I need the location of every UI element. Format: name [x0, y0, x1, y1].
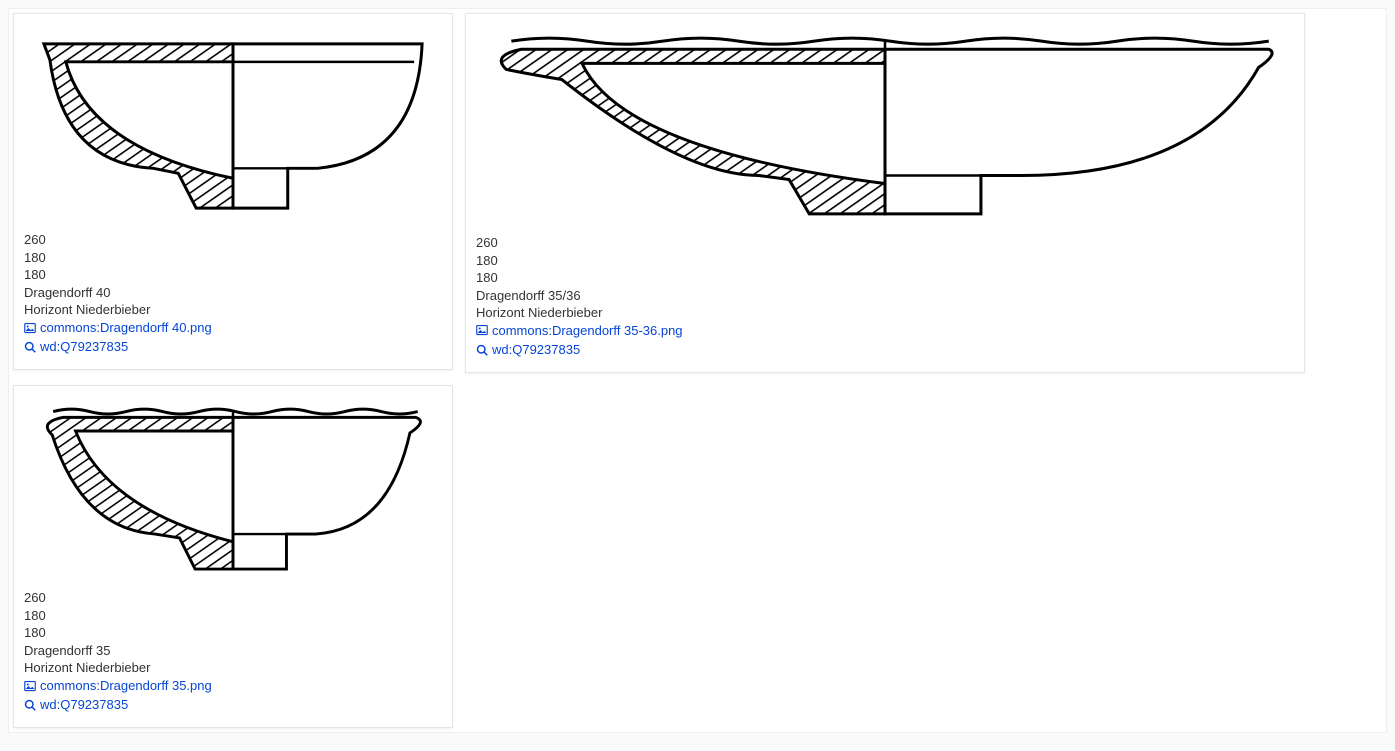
- item-illustration: [24, 24, 442, 223]
- item-value: 260: [476, 234, 1294, 252]
- item-value: 260: [24, 589, 442, 607]
- item-value: 180: [24, 249, 442, 267]
- item-title: Dragendorff 40: [24, 284, 442, 302]
- search-icon: [476, 344, 488, 356]
- commons-link[interactable]: commons:Dragendorff 40.png: [24, 319, 212, 337]
- wikidata-link[interactable]: wd:Q79237835: [24, 696, 128, 714]
- commons-link[interactable]: commons:Dragendorff 35.png: [24, 677, 212, 695]
- commons-link[interactable]: commons:Dragendorff 35-36.png: [476, 322, 683, 340]
- item-value: 180: [476, 269, 1294, 287]
- item-title: Dragendorff 35/36: [476, 287, 1294, 305]
- item-value: 180: [24, 266, 442, 284]
- search-icon: [24, 341, 36, 353]
- wikidata-link[interactable]: wd:Q79237835: [476, 341, 580, 359]
- item-metadata: 260180180Dragendorff 35/36Horizont Niede…: [476, 234, 1294, 360]
- wikidata-link[interactable]: wd:Q79237835: [24, 338, 128, 356]
- item-value: 180: [24, 624, 442, 642]
- result-card: 260180180Dragendorff 35/36Horizont Niede…: [465, 13, 1305, 373]
- result-card: 260180180Dragendorff 40Horizont Niederbi…: [13, 13, 453, 370]
- item-horizon: Horizont Niederbieber: [24, 659, 442, 677]
- commons-link-label: commons:Dragendorff 35.png: [40, 677, 212, 695]
- wikidata-link-label: wd:Q79237835: [492, 341, 580, 359]
- wikidata-link-label: wd:Q79237835: [40, 696, 128, 714]
- wikidata-link-label: wd:Q79237835: [40, 338, 128, 356]
- item-value: 180: [24, 607, 442, 625]
- item-value: 260: [24, 231, 442, 249]
- item-illustration: [476, 24, 1294, 226]
- commons-link-label: commons:Dragendorff 35-36.png: [492, 322, 683, 340]
- search-icon: [24, 699, 36, 711]
- item-title: Dragendorff 35: [24, 642, 442, 660]
- commons-link-label: commons:Dragendorff 40.png: [40, 319, 212, 337]
- image-icon: [476, 324, 488, 336]
- item-horizon: Horizont Niederbieber: [24, 301, 442, 319]
- item-horizon: Horizont Niederbieber: [476, 304, 1294, 322]
- item-metadata: 260180180Dragendorff 40Horizont Niederbi…: [24, 231, 442, 357]
- item-metadata: 260180180Dragendorff 35Horizont Niederbi…: [24, 589, 442, 715]
- image-icon: [24, 680, 36, 692]
- results-container: 260180180Dragendorff 40Horizont Niederbi…: [8, 8, 1387, 733]
- item-value: 180: [476, 252, 1294, 270]
- image-icon: [24, 322, 36, 334]
- result-card: 260180180Dragendorff 35Horizont Niederbi…: [13, 385, 453, 728]
- item-illustration: [24, 396, 442, 581]
